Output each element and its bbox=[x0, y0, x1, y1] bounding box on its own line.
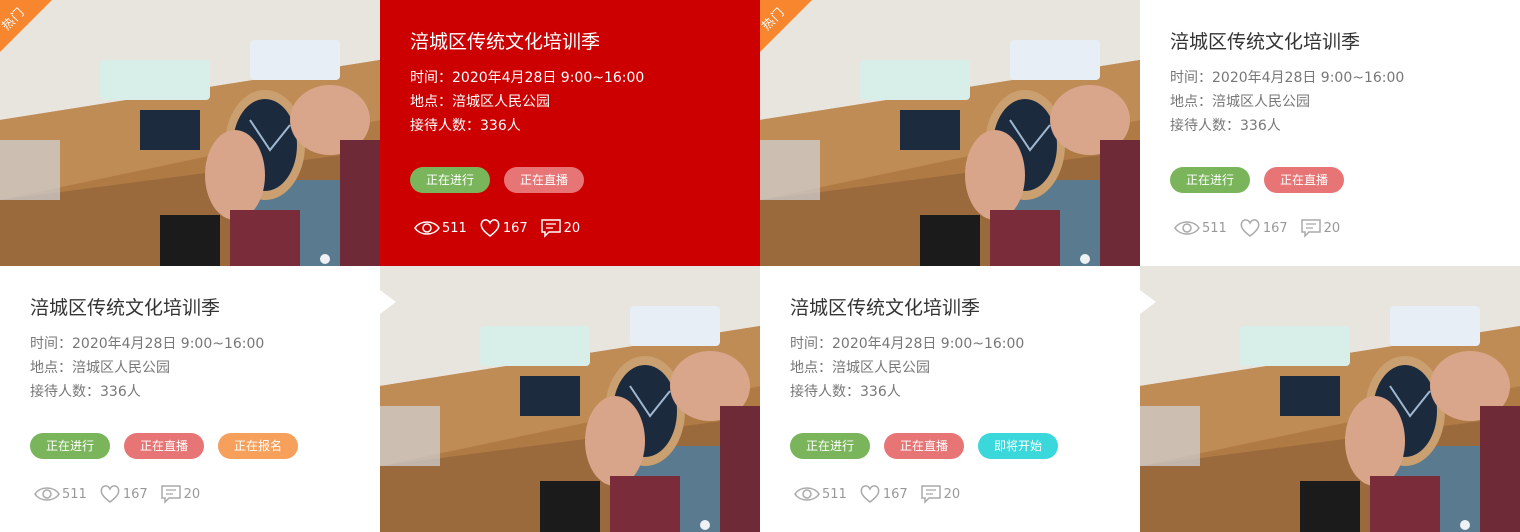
card-stats: 511 167 20 bbox=[34, 484, 212, 504]
card-tags: 正在进行 正在直播 bbox=[410, 167, 584, 193]
card-photo-1[interactable]: 热门 bbox=[0, 0, 380, 266]
tag-live[interactable]: 正在直播 bbox=[1264, 167, 1344, 193]
card-title[interactable]: 涪城区传统文化培训季 bbox=[790, 293, 980, 320]
comments-stat[interactable]: 20 bbox=[920, 484, 961, 504]
image-indicator-dot bbox=[700, 520, 710, 530]
card-photo-3[interactable] bbox=[380, 266, 760, 532]
comments-count: 20 bbox=[943, 486, 961, 502]
comment-icon bbox=[1300, 219, 1321, 238]
activity-photo bbox=[380, 266, 760, 532]
comments-count: 20 bbox=[1323, 220, 1341, 236]
card-title[interactable]: 涪城区传统文化培训季 bbox=[30, 293, 220, 320]
heart-icon bbox=[480, 219, 500, 237]
eye-icon bbox=[414, 221, 440, 235]
likes-count: 167 bbox=[122, 486, 148, 502]
activity-photo bbox=[1140, 266, 1520, 532]
heart-icon bbox=[860, 485, 880, 503]
tag-registering[interactable]: 正在报名 bbox=[218, 433, 298, 459]
tag-live[interactable]: 正在直播 bbox=[124, 433, 204, 459]
card-info-3[interactable]: 涪城区传统文化培训季 时间：2020年4月28日 9:00~16:00 地点：涪… bbox=[0, 266, 380, 532]
pointer-triangle bbox=[380, 290, 396, 314]
tag-live[interactable]: 正在直播 bbox=[504, 167, 584, 193]
comments-stat[interactable]: 20 bbox=[540, 218, 581, 238]
card-people: 接待人数：336人 bbox=[790, 384, 901, 400]
tag-upcoming[interactable]: 即将开始 bbox=[978, 433, 1058, 459]
card-stats: 511 167 20 bbox=[794, 484, 972, 504]
card-people: 接待人数：336人 bbox=[410, 118, 521, 134]
comments-stat[interactable]: 20 bbox=[1300, 218, 1341, 238]
embroidery-photo-illustration bbox=[380, 266, 760, 532]
card-people: 接待人数：336人 bbox=[30, 384, 141, 400]
card-title[interactable]: 涪城区传统文化培训季 bbox=[410, 27, 600, 54]
tag-ongoing[interactable]: 正在进行 bbox=[1170, 167, 1250, 193]
tag-live[interactable]: 正在直播 bbox=[884, 433, 964, 459]
likes-stat[interactable]: 167 bbox=[1239, 218, 1288, 238]
card-photo-2[interactable]: 热门 bbox=[760, 0, 1140, 266]
card-info-2[interactable]: 涪城区传统文化培训季 时间：2020年4月28日 9:00~16:00 地点：涪… bbox=[1140, 0, 1520, 266]
card-photo-4[interactable] bbox=[1140, 266, 1520, 532]
views-count: 511 bbox=[62, 486, 87, 502]
image-indicator-dot bbox=[1460, 520, 1470, 530]
hot-badge: 热门 bbox=[760, 0, 842, 82]
heart-icon bbox=[1240, 219, 1260, 237]
card-place: 地点：涪城区人民公园 bbox=[30, 360, 170, 376]
image-indicator-dot bbox=[320, 254, 330, 264]
hot-badge: 热门 bbox=[0, 0, 82, 82]
eye-icon bbox=[34, 487, 60, 501]
card-title[interactable]: 涪城区传统文化培训季 bbox=[1170, 27, 1360, 54]
card-place: 地点：涪城区人民公园 bbox=[410, 94, 550, 110]
hot-badge-label: 热门 bbox=[0, 4, 28, 34]
card-time: 时间：2020年4月28日 9:00~16:00 bbox=[30, 336, 265, 352]
card-meta: 时间：2020年4月28日 9:00~16:00 地点：涪城区人民公园 接待人数… bbox=[30, 332, 264, 404]
tag-ongoing[interactable]: 正在进行 bbox=[790, 433, 870, 459]
card-tags: 正在进行 正在直播 正在报名 bbox=[30, 433, 298, 459]
card-stats: 511 167 20 bbox=[414, 218, 592, 238]
heart-icon bbox=[100, 485, 120, 503]
likes-stat[interactable]: 167 bbox=[479, 218, 528, 238]
views-stat[interactable]: 511 bbox=[1174, 219, 1227, 237]
tag-ongoing[interactable]: 正在进行 bbox=[30, 433, 110, 459]
likes-stat[interactable]: 167 bbox=[859, 484, 908, 504]
eye-icon bbox=[1174, 221, 1200, 235]
pointer-triangle bbox=[1140, 290, 1156, 314]
comments-stat[interactable]: 20 bbox=[160, 484, 201, 504]
comments-count: 20 bbox=[563, 220, 581, 236]
card-meta: 时间：2020年4月28日 9:00~16:00 地点：涪城区人民公园 接待人数… bbox=[1170, 66, 1404, 138]
tag-ongoing[interactable]: 正在进行 bbox=[410, 167, 490, 193]
eye-icon bbox=[794, 487, 820, 501]
comments-count: 20 bbox=[183, 486, 201, 502]
card-info-4[interactable]: 涪城区传统文化培训季 时间：2020年4月28日 9:00~16:00 地点：涪… bbox=[760, 266, 1140, 532]
card-place: 地点：涪城区人民公园 bbox=[1170, 94, 1310, 110]
card-meta: 时间：2020年4月28日 9:00~16:00 地点：涪城区人民公园 接待人数… bbox=[410, 66, 644, 138]
views-stat[interactable]: 511 bbox=[794, 485, 847, 503]
likes-count: 167 bbox=[882, 486, 908, 502]
views-count: 511 bbox=[822, 486, 847, 502]
comment-icon bbox=[920, 485, 941, 504]
image-indicator-dot bbox=[1080, 254, 1090, 264]
views-stat[interactable]: 511 bbox=[414, 219, 467, 237]
views-count: 511 bbox=[442, 220, 467, 236]
likes-count: 167 bbox=[502, 220, 528, 236]
card-stats: 511 167 20 bbox=[1174, 218, 1352, 238]
views-stat[interactable]: 511 bbox=[34, 485, 87, 503]
card-tags: 正在进行 正在直播 即将开始 bbox=[790, 433, 1058, 459]
card-time: 时间：2020年4月28日 9:00~16:00 bbox=[790, 336, 1025, 352]
embroidery-photo-illustration bbox=[1140, 266, 1520, 532]
likes-count: 167 bbox=[1262, 220, 1288, 236]
views-count: 511 bbox=[1202, 220, 1227, 236]
card-meta: 时间：2020年4月28日 9:00~16:00 地点：涪城区人民公园 接待人数… bbox=[790, 332, 1024, 404]
card-time: 时间：2020年4月28日 9:00~16:00 bbox=[1170, 70, 1405, 86]
card-info-1[interactable]: 涪城区传统文化培训季 时间：2020年4月28日 9:00~16:00 地点：涪… bbox=[380, 0, 760, 266]
comment-icon bbox=[540, 219, 561, 238]
card-people: 接待人数：336人 bbox=[1170, 118, 1281, 134]
comment-icon bbox=[160, 485, 181, 504]
card-place: 地点：涪城区人民公园 bbox=[790, 360, 930, 376]
card-tags: 正在进行 正在直播 bbox=[1170, 167, 1344, 193]
hot-badge-label: 热门 bbox=[760, 4, 788, 34]
activity-grid: 热门 涪城区传统文化培训季 时间：2020年4月28日 9:00~16:00 地… bbox=[0, 0, 1520, 532]
card-time: 时间：2020年4月28日 9:00~16:00 bbox=[410, 70, 645, 86]
likes-stat[interactable]: 167 bbox=[99, 484, 148, 504]
